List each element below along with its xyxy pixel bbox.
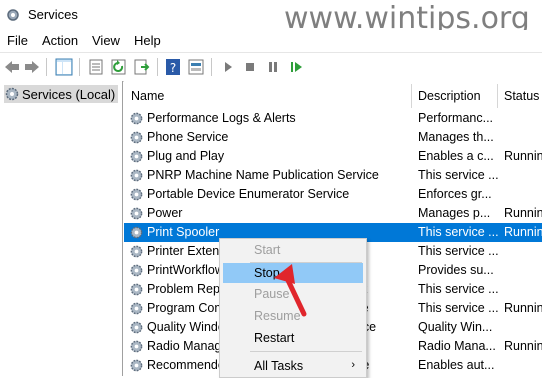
pointer-arrow-icon [274,264,307,317]
tree-item-label: Services (Local) [22,86,116,102]
refresh-icon[interactable] [110,58,128,76]
menu-action[interactable]: Action [42,33,78,48]
gear-icon [130,188,143,201]
menu-bar: File Action View Help [0,30,542,52]
gear-icon [130,169,143,182]
services-app-icon [7,9,19,21]
table-row[interactable]: Phone Service Manages th... [124,128,542,147]
tree-item-services-local[interactable]: Services (Local) [4,85,118,103]
gear-icon [130,302,143,315]
table-row[interactable]: PNRP Machine Name Publication Service Thi… [124,166,542,185]
help-icon[interactable]: ? [164,58,182,76]
properties-icon[interactable] [87,58,105,76]
console-tree-pane: Services (Local) [0,81,123,376]
gear-icon [130,150,143,163]
menu-help[interactable]: Help [134,33,161,48]
menu-view[interactable]: View [92,33,120,48]
gear-icon [130,340,143,353]
gear-icon [130,112,143,125]
column-header-name[interactable]: Name [131,84,164,108]
gear-icon [130,264,143,277]
context-menu-all-tasks[interactable]: All Tasks › [223,356,363,376]
service-description: Manages th... [418,130,494,144]
toolbar: ? [0,52,542,82]
service-name: PNRP Machine Name Publication Service [147,168,379,182]
gear-icon [130,131,143,144]
start-service-icon[interactable] [219,58,237,76]
service-description: Enables a c... [418,149,494,163]
context-menu-restart[interactable]: Restart [223,328,363,348]
toolbar-separator [46,58,47,76]
service-description: Enforces gr... [418,187,492,201]
service-name: Portable Device Enumerator Service [147,187,350,201]
back-arrow-icon[interactable] [3,58,21,76]
toolbar-separator [157,58,158,76]
toolbar-separator [79,58,80,76]
table-row[interactable]: Portable Device Enumerator Service Enforc… [124,185,542,204]
menu-file[interactable]: File [7,33,28,48]
table-row[interactable]: Plug and Play Enables a c... Running [124,147,542,166]
service-status: Running [504,301,542,315]
window-title: Services [28,7,78,22]
column-divider[interactable] [411,84,412,108]
title-bar: Services www.wintips.org [0,0,542,36]
service-description: Performanc... [418,111,494,125]
context-menu-separator [250,351,362,352]
service-description: This service ... [418,301,499,315]
gear-icon [130,321,143,334]
context-menu-start[interactable]: Start [223,240,363,260]
gear-icon [130,359,143,372]
gear-icon [5,87,19,101]
view-icon[interactable] [187,58,205,76]
stop-service-icon[interactable] [241,58,259,76]
export-list-icon[interactable] [133,58,151,76]
column-header-description[interactable]: Description [418,84,481,108]
pause-service-icon[interactable] [264,58,282,76]
console-tree-icon[interactable] [55,58,73,76]
service-name: Power [147,206,183,220]
service-status: Running [504,206,542,220]
service-description: This service ... [418,244,499,258]
service-description: This service ... [418,168,499,182]
gear-icon [130,207,143,220]
gear-icon [130,245,143,258]
service-name: Plug and Play [147,149,225,163]
gear-icon [130,226,143,239]
service-name: Phone Service [147,130,229,144]
column-header-status[interactable]: Status [504,84,539,108]
service-description: This service ... [418,282,499,296]
column-divider[interactable] [497,84,498,108]
service-name: PrintWorkflow [147,263,224,277]
service-name: Print Spooler [147,225,220,239]
service-description: Quality Win... [418,320,493,334]
service-description: Enables aut... [418,358,495,372]
restart-service-icon[interactable] [287,58,305,76]
gear-icon [130,283,143,296]
forward-arrow-icon[interactable] [23,58,41,76]
svg-text:?: ? [170,61,176,75]
service-description: This service ... [418,225,499,239]
service-status: Running [504,339,542,353]
service-description: Provides su... [418,263,494,277]
service-status: Running [504,149,542,163]
table-row[interactable]: Power Manages p... Running [124,204,542,223]
service-description: Radio Mana... [418,339,496,353]
chevron-right-icon: › [351,359,355,371]
service-name: Performance Logs & Alerts [147,111,296,125]
service-description: Manages p... [418,206,491,220]
service-status: Running [504,225,542,239]
toolbar-separator [211,58,212,76]
table-row[interactable]: Performance Logs & Alerts Performanc... [124,109,542,128]
